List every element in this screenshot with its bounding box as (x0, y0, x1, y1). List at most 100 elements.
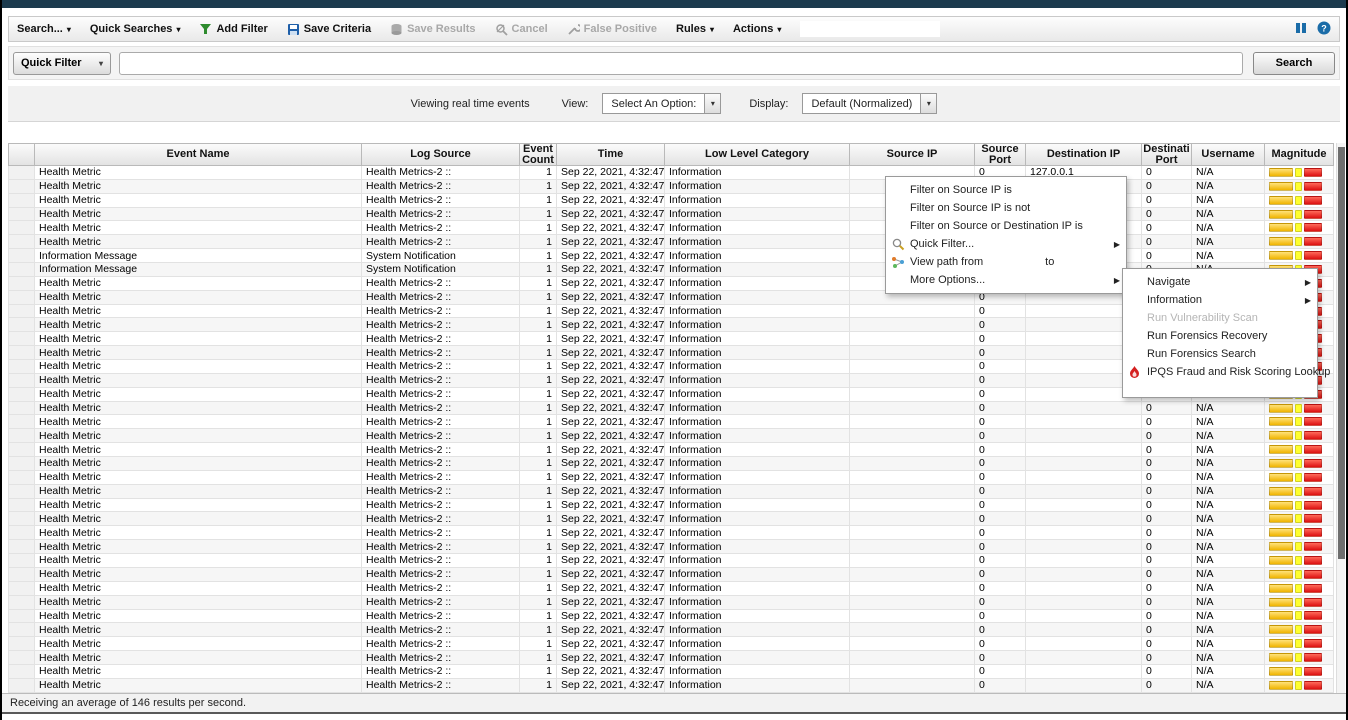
column-header-log-source[interactable]: Log Source (362, 143, 520, 166)
menu-item-ipqs-fraud-and-risk-scoring-lookup[interactable]: IPQS Fraud and Risk Scoring Lookup (1123, 363, 1317, 381)
table-row[interactable]: Health MetricHealth Metrics-2 ::1Sep 22,… (8, 180, 1334, 194)
search-button[interactable]: Search (1253, 52, 1335, 75)
table-row[interactable]: Information MessageSystem Notification1S… (8, 249, 1334, 263)
menu-item-view-path-from[interactable]: View path fromto (886, 253, 1126, 271)
magnitude-segment (1269, 584, 1293, 593)
table-row[interactable]: Health MetricHealth Metrics-2 ::1Sep 22,… (8, 526, 1334, 540)
magnitude-bar (1269, 542, 1322, 551)
column-header-time[interactable]: Time (557, 143, 665, 166)
magnitude-segment (1304, 251, 1322, 260)
vertical-scrollbar[interactable] (1336, 143, 1345, 693)
toolbar-search-menu[interactable]: Search...▾ (17, 23, 71, 35)
scrollbar-thumb[interactable] (1338, 147, 1345, 559)
menu-item-filter-on-source-ip-is-not[interactable]: Filter on Source IP is not (886, 199, 1126, 217)
cell-select (8, 415, 35, 429)
menu-item-run-forensics-search[interactable]: Run Forensics Search (1123, 345, 1317, 363)
table-row[interactable]: Health MetricHealth Metrics-2 ::1Sep 22,… (8, 194, 1334, 208)
menu-item-filter-on-source-ip-is[interactable]: Filter on Source IP is (886, 181, 1126, 199)
menu-item-run-forensics-recovery[interactable]: Run Forensics Recovery (1123, 327, 1317, 345)
cell-time: Sep 22, 2021, 4:32:47 PM (557, 388, 665, 402)
toolbar-rules-menu[interactable]: Rules▾ (676, 23, 714, 35)
toolbar-save-criteria[interactable]: Save Criteria (287, 23, 371, 36)
table-row[interactable]: Health MetricHealth Metrics-2 ::1Sep 22,… (8, 457, 1334, 471)
cell-event-count: 1 (520, 221, 557, 235)
cell-username: N/A (1192, 457, 1265, 471)
column-header-destination-port[interactable]: Destinati Port (1142, 143, 1192, 166)
magnitude-segment (1269, 417, 1293, 426)
view-select[interactable]: Select An Option: ▾ (602, 93, 721, 114)
table-row[interactable]: Health MetricHealth Metrics-2 ::1Sep 22,… (8, 485, 1334, 499)
table-row[interactable]: Health MetricHealth Metrics-2 ::1Sep 22,… (8, 221, 1334, 235)
table-row[interactable]: Health MetricHealth Metrics-2 ::1Sep 22,… (8, 679, 1334, 693)
menu-item-more-options[interactable]: More Options...▶ (886, 271, 1126, 289)
magnitude-bar (1269, 625, 1322, 634)
table-row[interactable]: Health MetricHealth Metrics-2 ::1Sep 22,… (8, 443, 1334, 457)
cell-event-count: 1 (520, 596, 557, 610)
cell-event-count: 1 (520, 485, 557, 499)
table-row[interactable]: Health MetricHealth Metrics-2 ::1Sep 22,… (8, 429, 1334, 443)
table-row[interactable]: Health MetricHealth Metrics-2 ::1Sep 22,… (8, 582, 1334, 596)
column-header-username[interactable]: Username (1192, 143, 1265, 166)
cell-magnitude (1265, 582, 1334, 596)
table-row[interactable]: Health MetricHealth Metrics-2 ::1Sep 22,… (8, 415, 1334, 429)
table-row[interactable]: Health MetricHealth Metrics-2 ::1Sep 22,… (8, 554, 1334, 568)
toolbar-quick-searches-menu[interactable]: Quick Searches▾ (90, 23, 181, 35)
menu-item-quick-filter[interactable]: Quick Filter...▶ (886, 235, 1126, 253)
cell-event-name: Health Metric (35, 221, 362, 235)
toolbar-actions-menu[interactable]: Actions▾ (733, 23, 781, 35)
table-row[interactable]: Health MetricHealth Metrics-2 ::1Sep 22,… (8, 166, 1334, 180)
table-row[interactable]: Health MetricHealth Metrics-2 ::1Sep 22,… (8, 235, 1334, 249)
table-row[interactable]: Health MetricHealth Metrics-2 ::1Sep 22,… (8, 512, 1334, 526)
cell-event-name: Health Metric (35, 429, 362, 443)
column-header-destination-ip[interactable]: Destination IP (1026, 143, 1142, 166)
column-header-source-port[interactable]: Source Port (975, 143, 1026, 166)
column-header-magnitude[interactable]: Magnitude (1265, 143, 1334, 166)
magnitude-segment (1304, 210, 1322, 219)
cell-select (8, 305, 35, 319)
menu-item-information[interactable]: Information▶ (1123, 291, 1317, 309)
column-header-event-count[interactable]: Event Count (520, 143, 557, 166)
cell-event-count: 1 (520, 540, 557, 554)
menu-item-navigate[interactable]: Navigate▶ (1123, 273, 1317, 291)
menu-item-filter-on-source-or-destination-ip-is[interactable]: Filter on Source or Destination IP is (886, 217, 1126, 235)
magnitude-segment (1269, 611, 1293, 620)
magnitude-bar (1269, 431, 1322, 440)
quick-filter-dropdown[interactable]: Quick Filter ▾ (13, 52, 111, 75)
quick-filter-input[interactable] (119, 52, 1243, 75)
cell-low-level-category: Information (665, 512, 850, 526)
cell-username: N/A (1192, 402, 1265, 416)
cell-select (8, 651, 35, 665)
cell-destination-ip (1026, 415, 1142, 429)
magnitude-segment (1304, 625, 1322, 634)
pause-button[interactable] (1295, 22, 1307, 37)
table-row[interactable]: Health MetricHealth Metrics-2 ::1Sep 22,… (8, 610, 1334, 624)
table-row[interactable]: Health MetricHealth Metrics-2 ::1Sep 22,… (8, 568, 1334, 582)
column-header-select[interactable] (8, 143, 35, 166)
table-row[interactable]: Health MetricHealth Metrics-2 ::1Sep 22,… (8, 402, 1334, 416)
help-button[interactable]: ? (1317, 21, 1331, 38)
table-row[interactable]: Health MetricHealth Metrics-2 ::1Sep 22,… (8, 637, 1334, 651)
magnitude-segment (1269, 168, 1293, 177)
table-row[interactable]: Health MetricHealth Metrics-2 ::1Sep 22,… (8, 665, 1334, 679)
table-row[interactable]: Health MetricHealth Metrics-2 ::1Sep 22,… (8, 596, 1334, 610)
table-row[interactable]: Health MetricHealth Metrics-2 ::1Sep 22,… (8, 208, 1334, 222)
magnitude-segment (1295, 459, 1302, 468)
display-select[interactable]: Default (Normalized) ▾ (802, 93, 937, 114)
menu-item-label: View path from (910, 256, 983, 268)
help-icon: ? (1317, 21, 1331, 35)
table-row[interactable]: Health MetricHealth Metrics-2 ::1Sep 22,… (8, 540, 1334, 554)
toolbar-add-filter[interactable]: Add Filter (199, 23, 267, 36)
cell-event-name: Health Metric (35, 402, 362, 416)
table-row[interactable]: Health MetricHealth Metrics-2 ::1Sep 22,… (8, 499, 1334, 513)
table-row[interactable]: Health MetricHealth Metrics-2 ::1Sep 22,… (8, 471, 1334, 485)
cell-destination-port: 0 (1142, 596, 1192, 610)
column-header-low-level-category[interactable]: Low Level Category (665, 143, 850, 166)
submenu-arrow-icon: ▶ (1305, 278, 1311, 287)
cell-event-count: 1 (520, 360, 557, 374)
cell-select (8, 540, 35, 554)
table-row[interactable]: Health MetricHealth Metrics-2 ::1Sep 22,… (8, 623, 1334, 637)
table-row[interactable]: Health MetricHealth Metrics-2 ::1Sep 22,… (8, 651, 1334, 665)
magnitude-bar (1269, 487, 1322, 496)
column-header-source-ip[interactable]: Source IP (850, 143, 975, 166)
column-header-event-name[interactable]: Event Name (35, 143, 362, 166)
